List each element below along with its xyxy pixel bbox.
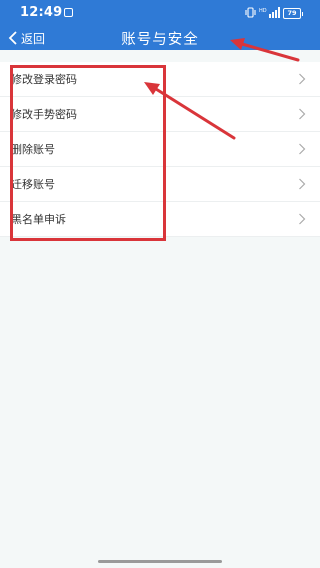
signal-icon: HD [259, 7, 280, 18]
menu-item-label: 迁移账号 [11, 178, 55, 191]
menu-item-label: 删除账号 [11, 143, 55, 156]
chevron-right-icon [299, 213, 306, 225]
menu-item-blacklist-appeal[interactable]: 黑名单申诉 [0, 202, 320, 237]
menu-item-label: 修改手势密码 [11, 108, 77, 121]
menu-item-label: 修改登录密码 [11, 73, 77, 86]
vibrate-icon [245, 7, 256, 18]
menu-item-change-gesture-password[interactable]: 修改手势密码 [0, 97, 320, 132]
settings-list: 修改登录密码 修改手势密码 删除账号 迁移账号 黑名单申诉 [0, 62, 320, 237]
menu-item-label: 黑名单申诉 [11, 213, 66, 226]
menu-item-migrate-account[interactable]: 迁移账号 [0, 167, 320, 202]
battery-icon: 79 [283, 8, 303, 19]
svg-text:HD: HD [259, 8, 267, 14]
chevron-right-icon [299, 108, 306, 120]
chevron-right-icon [299, 73, 306, 85]
status-bar: 12:49 HD 79 [0, 0, 320, 24]
page-title: 账号与安全 [121, 32, 199, 48]
menu-item-change-login-password[interactable]: 修改登录密码 [0, 62, 320, 97]
chevron-right-icon [299, 143, 306, 155]
status-time: 12:49 [20, 5, 63, 20]
chevron-right-icon [299, 178, 306, 190]
home-indicator[interactable] [98, 560, 222, 563]
square-notification-icon [64, 8, 73, 17]
menu-item-delete-account[interactable]: 删除账号 [0, 132, 320, 167]
app-header: 12:49 HD 79 返回 账号与安全 [0, 0, 320, 50]
navigation-bar: 返回 账号与安全 [0, 26, 320, 50]
